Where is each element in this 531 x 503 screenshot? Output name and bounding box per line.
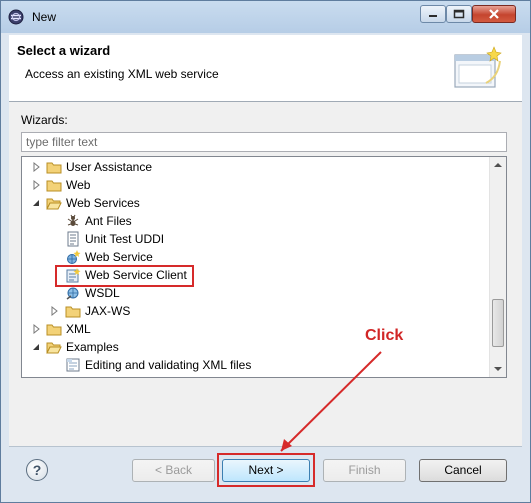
header-description: Access an existing XML web service xyxy=(25,67,219,81)
wizards-label: Wizards: xyxy=(21,113,68,127)
tree-item-jax-ws[interactable]: JAX-WS xyxy=(22,302,492,320)
tree-item-label: Web xyxy=(66,178,91,192)
wizard-header: Select a wizard Access an existing XML w… xyxy=(9,35,522,101)
example-icon xyxy=(66,358,80,372)
folder-open-icon xyxy=(46,198,62,210)
expand-arrow-icon[interactable] xyxy=(33,162,41,172)
tree-item-examples[interactable]: Examples xyxy=(22,338,492,356)
tree-item-label: Web Services xyxy=(66,196,140,210)
minimize-icon xyxy=(429,15,437,17)
collapse-arrow-icon[interactable] xyxy=(32,198,40,208)
vertical-scrollbar[interactable] xyxy=(489,157,506,377)
document-icon xyxy=(67,231,79,247)
web-service-icon xyxy=(67,250,81,264)
help-icon: ? xyxy=(32,462,42,478)
tree-item-unit-test-uddi[interactable]: Unit Test UDDI xyxy=(22,230,492,248)
tree-item-web-service[interactable]: Web Service xyxy=(22,248,492,266)
wizard-banner-icon xyxy=(454,46,502,88)
tree-item-label: XML xyxy=(66,322,91,336)
back-button[interactable]: < Back xyxy=(132,459,215,482)
expand-arrow-icon[interactable] xyxy=(33,324,41,334)
tree-item-xml[interactable]: XML xyxy=(22,320,492,338)
eclipse-app-icon xyxy=(8,9,24,25)
title-bar: New xyxy=(1,1,530,33)
expand-arrow-icon[interactable] xyxy=(51,306,59,316)
next-highlight-box xyxy=(217,453,315,487)
tree-item-web[interactable]: Web xyxy=(22,176,492,194)
close-button[interactable] xyxy=(472,5,516,23)
tree-item-label: Editing and validating XML files xyxy=(85,358,252,372)
tree-item-label: Unit Test UDDI xyxy=(85,232,165,246)
tree-item-editing-validating-xml[interactable]: Editing and validating XML files xyxy=(22,356,492,374)
close-icon xyxy=(489,9,499,19)
tree-item-label: User Assistance xyxy=(66,160,153,174)
tree-item-label: WSDL xyxy=(85,286,120,300)
filter-input[interactable] xyxy=(21,132,507,152)
tree-item-web-services[interactable]: Web Services xyxy=(22,194,492,212)
finish-button[interactable]: Finish xyxy=(323,459,406,482)
wizard-body: Wizards: User Assistance Web Web Service… xyxy=(9,102,522,446)
window-title: New xyxy=(32,10,57,24)
ant-icon xyxy=(67,214,79,226)
maximize-button[interactable] xyxy=(446,5,472,23)
help-button[interactable]: ? xyxy=(26,459,48,481)
minimize-button[interactable] xyxy=(420,5,446,23)
tree-item-user-assistance[interactable]: User Assistance xyxy=(22,158,492,176)
maximize-icon xyxy=(453,9,465,19)
expand-arrow-icon[interactable] xyxy=(33,180,41,190)
cancel-button[interactable]: Cancel xyxy=(419,459,507,482)
scrollbar-thumb[interactable] xyxy=(492,299,504,347)
wsdl-icon xyxy=(66,287,79,300)
click-annotation: Click xyxy=(365,327,404,344)
collapse-arrow-icon[interactable] xyxy=(32,342,40,352)
tree-item-label: Examples xyxy=(66,340,119,354)
tree-item-ant-files[interactable]: Ant Files xyxy=(22,212,492,230)
folder-icon xyxy=(46,324,62,336)
tree-item-label: JAX-WS xyxy=(85,304,131,318)
scroll-up-arrow-icon[interactable] xyxy=(490,157,506,174)
wizard-dialog: New Select a wizard Access an existing X… xyxy=(0,0,531,503)
footer-separator xyxy=(9,446,522,447)
folder-open-icon xyxy=(46,342,62,354)
folder-icon xyxy=(65,306,81,318)
folder-icon xyxy=(46,162,62,174)
header-title: Select a wizard xyxy=(17,43,111,58)
folder-icon xyxy=(46,180,62,192)
wizard-tree: User Assistance Web Web Services Ant Fil… xyxy=(21,156,507,378)
scroll-down-arrow-icon[interactable] xyxy=(490,360,506,377)
selection-highlight-box xyxy=(55,265,194,287)
tree-item-label: Ant Files xyxy=(85,214,132,228)
tree-item-label: Web Service xyxy=(85,250,153,264)
